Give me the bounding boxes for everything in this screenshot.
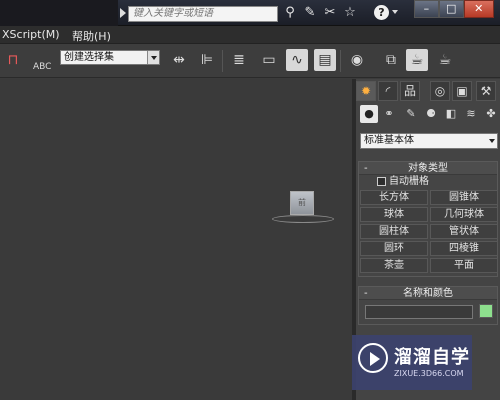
- search-expand-icon[interactable]: [120, 8, 126, 18]
- watermark-url: ZIXUE.3D66.COM: [394, 369, 464, 378]
- cylinder-button[interactable]: 圆柱体: [360, 224, 428, 239]
- title-bar: 键入关键字或短语 ⚲ ✎ ✂ ☆ ? – □ ✕: [0, 0, 500, 26]
- satellite-icon[interactable]: ✂: [322, 5, 338, 21]
- edit-named-selection-icon[interactable]: ABC: [32, 49, 54, 72]
- viewcube-compass-ring[interactable]: [272, 215, 334, 223]
- tab-hierarchy[interactable]: 品: [400, 81, 420, 101]
- mirror-icon[interactable]: ⇹: [168, 49, 190, 71]
- autogrid-checkbox[interactable]: [377, 177, 386, 186]
- name-color-rollout: - 名称和颜色: [358, 286, 498, 325]
- geometry-category-value: 标准基本体: [364, 135, 414, 146]
- menu-maxscript[interactable]: XScript(M): [2, 28, 60, 41]
- create-categories: ● ⚭ ✎ ⚈ ◧ ≋ ✤: [356, 105, 500, 125]
- watermark-title: 溜溜自学: [394, 347, 470, 368]
- object-type-title: 对象类型: [408, 163, 448, 174]
- lights-icon[interactable]: ✎: [402, 105, 420, 123]
- torus-button[interactable]: 圆环: [360, 241, 428, 256]
- command-panel-tabs: ✹ ◜ 品 ◎ ▣ ⚒: [356, 81, 500, 101]
- helpers-icon[interactable]: ◧: [442, 105, 460, 123]
- geometry-icon[interactable]: ●: [360, 105, 378, 123]
- menu-help[interactable]: 帮助(H): [72, 28, 111, 44]
- object-name-field[interactable]: [365, 305, 473, 319]
- restore-button[interactable]: □: [438, 0, 464, 18]
- minimize-button[interactable]: –: [414, 0, 439, 18]
- named-selection-set-dropdown[interactable]: 创建选择集: [60, 50, 160, 65]
- window-controls: – □ ✕: [414, 0, 494, 18]
- toolbar-divider: [340, 50, 341, 72]
- render-setup-icon[interactable]: ⧉: [380, 49, 402, 71]
- help-dropdown-icon[interactable]: [392, 10, 398, 14]
- geometry-category-dropdown[interactable]: 标准基本体: [360, 133, 498, 149]
- sphere-button[interactable]: 球体: [360, 207, 428, 222]
- collapse-icon[interactable]: -: [364, 287, 368, 300]
- material-editor-icon[interactable]: ◉: [346, 49, 368, 71]
- object-type-buttons: 长方体 圆锥体 球体 几何球体 圆柱体 管状体 圆环 四棱锥 茶壶 平面: [359, 188, 498, 276]
- pyramid-button[interactable]: 四棱锥: [430, 241, 498, 256]
- toolbar-divider: [222, 50, 223, 72]
- link-icon[interactable]: ⊓: [2, 49, 24, 71]
- binoculars-icon[interactable]: ⚲: [282, 5, 298, 21]
- watermark: 溜溜自学 ZIXUE.3D66.COM: [352, 335, 472, 390]
- chevron-down-icon[interactable]: [489, 139, 495, 143]
- chevron-down-icon[interactable]: [147, 51, 159, 64]
- help-button[interactable]: ?: [374, 5, 389, 20]
- abc-label: ABC: [33, 62, 52, 72]
- tube-button[interactable]: 管状体: [430, 224, 498, 239]
- play-logo-icon: [358, 343, 388, 373]
- rendered-frame-icon[interactable]: ☕: [406, 49, 428, 71]
- cameras-icon[interactable]: ⚈: [422, 105, 440, 123]
- box-button[interactable]: 长方体: [360, 190, 428, 205]
- name-color-title: 名称和颜色: [403, 288, 453, 299]
- render-production-icon[interactable]: ☕: [434, 49, 456, 71]
- tab-display[interactable]: ▣: [452, 81, 472, 101]
- layer-manager-icon[interactable]: ≣: [228, 49, 250, 71]
- plane-button[interactable]: 平面: [430, 258, 498, 273]
- viewcube[interactable]: 前: [290, 191, 314, 215]
- autogrid-label: 自动栅格: [389, 176, 429, 187]
- viewport[interactable]: 前: [0, 79, 352, 400]
- align-icon[interactable]: ⊫: [196, 49, 218, 71]
- wrench-icon[interactable]: ✎: [302, 5, 318, 21]
- name-color-row: [359, 300, 497, 324]
- geosphere-button[interactable]: 几何球体: [430, 207, 498, 222]
- systems-icon[interactable]: ✤: [482, 105, 500, 123]
- tab-create[interactable]: ✹: [356, 81, 376, 101]
- autogrid-row: 自动栅格: [359, 175, 497, 188]
- tab-modify[interactable]: ◜: [378, 81, 398, 101]
- object-color-swatch[interactable]: [479, 304, 493, 318]
- viewcube-face-label: 前: [298, 198, 306, 207]
- space-warps-icon[interactable]: ≋: [462, 105, 480, 123]
- teapot-button[interactable]: 茶壶: [360, 258, 428, 273]
- ribbon-icon[interactable]: ▭: [258, 49, 280, 71]
- main-toolbar: ⊓ ABC 创建选择集 ⇹ ⊫ ≣ ▭ ∿ ▤ ◉ ⧉ ☕ ☕: [0, 44, 500, 78]
- close-button[interactable]: ✕: [463, 0, 494, 18]
- shapes-icon[interactable]: ⚭: [380, 105, 398, 123]
- schematic-view-icon[interactable]: ▤: [314, 49, 336, 71]
- object-type-rollout: - 对象类型 自动栅格 长方体 圆锥体 球体 几何球体 圆柱体 管状体 圆环 四…: [358, 161, 498, 277]
- cone-button[interactable]: 圆锥体: [430, 190, 498, 205]
- tab-utilities[interactable]: ⚒: [476, 81, 496, 101]
- object-type-header[interactable]: - 对象类型: [359, 162, 497, 175]
- curve-editor-icon[interactable]: ∿: [286, 49, 308, 71]
- star-icon[interactable]: ☆: [342, 5, 358, 21]
- menu-bar: XScript(M) 帮助(H): [0, 26, 500, 44]
- name-color-header[interactable]: - 名称和颜色: [359, 287, 497, 300]
- named-selection-set-value: 创建选择集: [64, 52, 114, 63]
- tab-motion[interactable]: ◎: [430, 81, 450, 101]
- title-area: [0, 0, 118, 26]
- search-input[interactable]: 键入关键字或短语: [128, 6, 278, 22]
- collapse-icon[interactable]: -: [364, 162, 368, 175]
